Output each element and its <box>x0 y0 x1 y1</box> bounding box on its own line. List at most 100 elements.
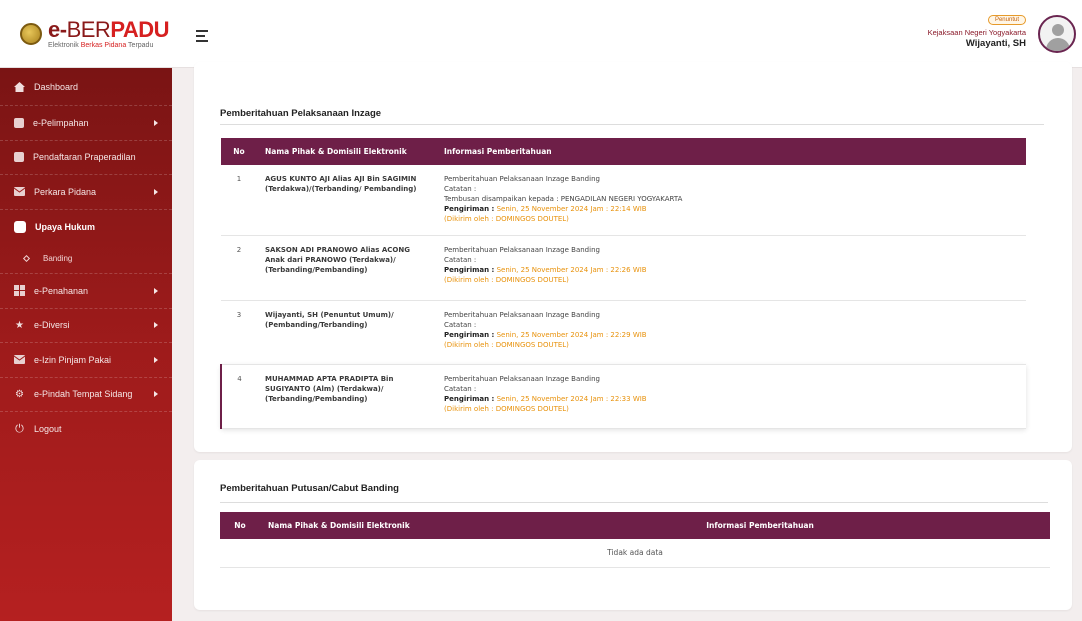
info-pengiriman-label: Pengiriman : <box>444 394 495 403</box>
mail-icon <box>14 354 25 365</box>
role-badge: Penuntut <box>987 15 1026 25</box>
sidebar-item-label: Upaya Hukum <box>35 221 96 232</box>
info-title: Pemberitahuan Pelaksanaan Inzage Banding <box>444 310 600 319</box>
top-header: e-BERPADU Elektronik Berkas Pidana Terpa… <box>0 0 1082 68</box>
logo-padu: PADU <box>110 17 170 42</box>
diamond-icon <box>22 254 31 263</box>
column-header-no: No <box>221 138 257 165</box>
row-no: 3 <box>221 300 257 365</box>
column-header-party: Nama Pihak & Domisili Elektronik <box>257 138 436 165</box>
info-title: Pemberitahuan Pelaksanaan Inzage Banding <box>444 245 600 254</box>
logo-sub-1: Elektronik <box>48 42 79 49</box>
logo-text: e-BERPADU Elektronik Berkas Pidana Terpa… <box>48 17 170 50</box>
row-info: Pemberitahuan Pelaksanaan Inzage Banding… <box>436 300 1026 365</box>
sidebar-subitem-banding[interactable]: Banding <box>0 244 172 274</box>
logo-sub-2: Berkas Pidana <box>80 42 127 49</box>
table-row-empty: Tidak ada data <box>220 539 1050 568</box>
info-catatan: Catatan : <box>444 320 477 329</box>
column-header-info: Informasi Pemberitahuan <box>470 512 1050 539</box>
info-pengiriman-label: Pengiriman : <box>444 330 495 339</box>
menu-toggle-icon[interactable] <box>196 30 208 45</box>
sidebar-item-label: Logout <box>34 424 62 435</box>
sidebar-item-perkara-pidana[interactable]: Perkara Pidana <box>0 175 172 210</box>
info-dikirim: (Dikirim oleh : DOMINGOS DOUTEL) <box>444 275 569 284</box>
caret-right-icon <box>154 322 158 329</box>
caret-right-icon <box>154 119 158 126</box>
mail-icon <box>14 186 25 197</box>
info-pengiriman: Senin, 25 November 2024 Jam : 22:14 WIB <box>496 205 647 213</box>
putusan-table: No Nama Pihak & Domisili Elektronik Info… <box>220 512 1050 568</box>
info-catatan: Catatan : <box>444 255 477 264</box>
info-tembusan: Tembusan disampaikan kepada : PENGADILAN… <box>444 195 683 203</box>
info-catatan: Catatan : <box>444 185 477 193</box>
main-content: Pemberitahuan Pelaksanaan Inzage No Nama… <box>172 62 1082 621</box>
sidebar-item-label: e-Pindah Tempat Sidang <box>34 389 133 400</box>
section-title: Pemberitahuan Pelaksanaan Inzage <box>220 108 382 119</box>
info-pengiriman: Senin, 25 November 2024 Jam : 22:26 WIB <box>496 265 647 274</box>
sidebar-item-e-diversi[interactable]: ★ e-Diversi <box>0 309 172 343</box>
gear-icon: ⚙ <box>15 388 24 400</box>
row-no: 1 <box>221 165 257 236</box>
sidebar-item-pendaftaran-praperadilan[interactable]: Pendaftaran Praperadilan <box>0 141 172 175</box>
star-icon: ★ <box>15 319 24 331</box>
row-party: SAKSON ADI PRANOWO Alias ACONG Anak dari… <box>257 235 436 301</box>
sidebar: Dashboard e-Pelimpahan Pendaftaran Prape… <box>0 68 172 621</box>
table-header-row: No Nama Pihak & Domisili Elektronik Info… <box>221 138 1026 165</box>
column-header-no: No <box>220 512 260 539</box>
info-title: Pemberitahuan Pelaksanaan Inzage Banding <box>444 374 600 383</box>
table-row[interactable]: 2 SAKSON ADI PRANOWO Alias ACONG Anak da… <box>221 235 1026 301</box>
column-header-info: Informasi Pemberitahuan <box>436 138 1026 165</box>
row-party: AGUS KUNTO AJI Alias AJI Bin SAGIMIN (Te… <box>257 165 436 236</box>
logo-ber: BER <box>66 17 111 42</box>
info-pengiriman-label: Pengiriman : <box>444 205 495 213</box>
logo-e: e- <box>48 17 67 42</box>
sidebar-item-label: e-Penahanan <box>34 285 89 296</box>
user-name: Wijayanti, SH <box>965 38 1026 49</box>
row-party: Wijayanti, SH (Penuntut Umum)/ (Pembandi… <box>257 300 436 365</box>
sidebar-item-label: Pendaftaran Praperadilan <box>33 152 136 163</box>
info-dikirim: (Dikirim oleh : DOMINGOS DOUTEL) <box>444 404 569 413</box>
avatar[interactable] <box>1038 15 1076 53</box>
row-info: Pemberitahuan Pelaksanaan Inzage Banding… <box>436 364 1026 429</box>
caret-right-icon <box>154 287 158 294</box>
row-info: Pemberitahuan Pelaksanaan Inzage Banding… <box>436 165 1026 236</box>
power-icon: ⏻ <box>15 422 24 435</box>
divider <box>220 502 1048 503</box>
sidebar-item-e-penahanan[interactable]: e-Penahanan <box>0 274 172 309</box>
info-dikirim: (Dikirim oleh : DOMINGOS DOUTEL) <box>444 215 569 223</box>
sidebar-item-logout[interactable]: ⏻ Logout <box>0 412 172 447</box>
caret-right-icon <box>154 391 158 398</box>
inzage-card: Pemberitahuan Pelaksanaan Inzage No Nama… <box>194 62 1072 452</box>
sidebar-item-dashboard[interactable]: Dashboard <box>0 68 172 106</box>
folder-icon <box>14 152 24 163</box>
sidebar-item-e-pindah-tempat-sidang[interactable]: ⚙ e-Pindah Tempat Sidang <box>0 378 172 412</box>
home-icon <box>14 81 25 92</box>
row-no: 4 <box>220 364 257 429</box>
info-dikirim: (Dikirim oleh : DOMINGOS DOUTEL) <box>444 340 569 349</box>
table-header-row: No Nama Pihak & Domisili Elektronik Info… <box>220 512 1050 539</box>
sidebar-item-e-pelimpahan[interactable]: e-Pelimpahan <box>0 106 172 141</box>
sidebar-item-upaya-hukum[interactable]: Upaya Hukum <box>0 210 172 245</box>
info-catatan: Catatan : <box>444 384 477 393</box>
row-no: 2 <box>221 235 257 301</box>
sidebar-item-label: Banding <box>43 254 73 263</box>
table-row[interactable]: 3 Wijayanti, SH (Penuntut Umum)/ (Pemban… <box>221 300 1026 365</box>
section-title: Pemberitahuan Putusan/Cabut Banding <box>220 483 399 494</box>
empty-message: Tidak ada data <box>220 539 1050 568</box>
sidebar-item-label: e-Izin Pinjam Pakai <box>34 354 112 365</box>
info-pengiriman: Senin, 25 November 2024 Jam : 22:29 WIB <box>496 330 647 339</box>
grid-icon <box>14 285 25 297</box>
inzage-table: No Nama Pihak & Domisili Elektronik Info… <box>220 138 1026 429</box>
putusan-card: Pemberitahuan Putusan/Cabut Banding No N… <box>194 460 1072 610</box>
app-logo[interactable]: e-BERPADU Elektronik Berkas Pidana Terpa… <box>8 8 172 60</box>
sidebar-item-e-izin-pinjam-pakai[interactable]: e-Izin Pinjam Pakai <box>0 343 172 378</box>
folder-icon <box>14 220 26 233</box>
logo-sub-3: Terpadu <box>128 42 154 49</box>
column-header-party: Nama Pihak & Domisili Elektronik <box>260 512 470 539</box>
user-info[interactable]: Penuntut Kejaksaan Negeri Yogyakarta Wij… <box>928 8 1026 49</box>
info-pengiriman: Senin, 25 November 2024 Jam : 22:33 WIB <box>496 394 647 403</box>
caret-right-icon <box>154 356 158 363</box>
table-row[interactable]: 1 AGUS KUNTO AJI Alias AJI Bin SAGIMIN (… <box>221 165 1026 236</box>
table-row-selected[interactable]: 4 MUHAMMAD APTA PRADIPTA Bin SUGIYANTO (… <box>220 364 1026 429</box>
org-name: Kejaksaan Negeri Yogyakarta <box>927 28 1026 37</box>
